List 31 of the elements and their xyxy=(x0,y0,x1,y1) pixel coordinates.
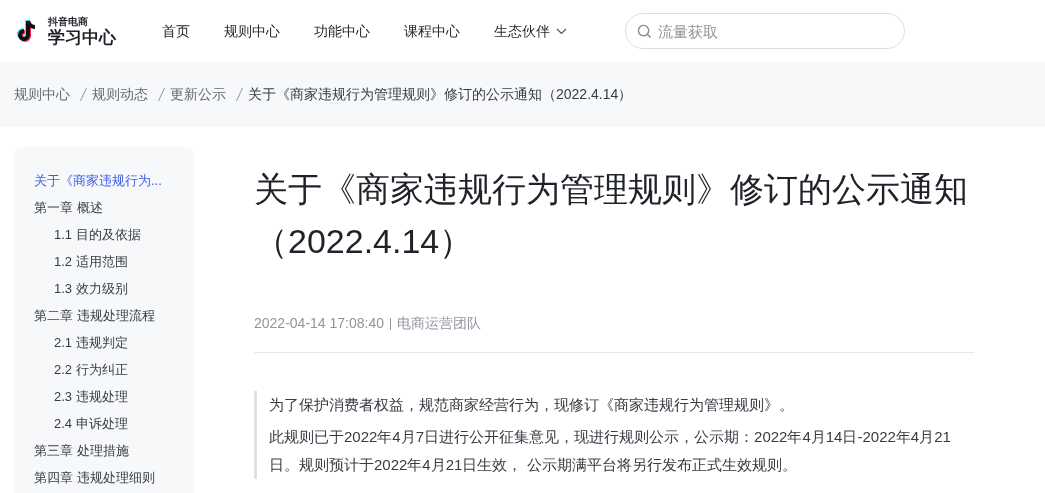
nav-link[interactable]: 生态伙伴 xyxy=(494,20,567,42)
toc-item[interactable]: 1.3 效力级别 xyxy=(54,275,128,302)
author-name: 电商运营团队 xyxy=(397,314,481,333)
article-title: 关于《商家违规行为管理规则》修订的公示通知（2022.4.14） xyxy=(254,169,969,262)
nav-link[interactable]: 课程中心 xyxy=(404,20,460,42)
notice-paragraph: 为了保护消费者权益，规范商家经营行为，现修订《商家违规行为管理规则》。 xyxy=(269,395,795,415)
toc-item[interactable]: 1.1 目的及依据 xyxy=(54,221,141,248)
publish-time: 2022-04-14 17:08:40 xyxy=(254,314,384,333)
toc-item[interactable]: 第三章 处理措施 xyxy=(34,437,129,464)
breadcrumb-link[interactable]: 更新公示 xyxy=(170,84,226,105)
toc-item[interactable]: 第四章 违规处理细则 xyxy=(34,464,155,491)
breadcrumb-current[interactable]: 关于《商家违规行为管理规则》修订的公示通知（2022.4.14） xyxy=(248,84,633,105)
nav-link[interactable]: 功能中心 xyxy=(314,20,370,42)
toc-item[interactable]: 1.2 适用范围 xyxy=(54,248,128,275)
toc-item[interactable]: 第二章 违规处理流程 xyxy=(34,302,155,329)
notice-paragraph: 此规则已于2022年4月7日进行公开征集意见，现进行规则公示，公示期：2022年4月14日-2022年4月21日。规则预计于2022年4月21日生效， 公示期满平台将另行发布正式生效规则。 xyxy=(269,427,952,475)
toc-item[interactable]: 2.4 申诉处理 xyxy=(54,410,128,437)
toc-item[interactable]: 关于《商家违规行为... xyxy=(34,167,162,194)
chevron-down-icon xyxy=(556,27,567,35)
logo-subtitle: 抖音电商 xyxy=(48,16,89,27)
breadcrumb-link[interactable]: 规则中心 xyxy=(14,84,70,105)
nav-link[interactable]: 首页 xyxy=(162,20,190,42)
toc-item[interactable]: 2.3 违规处理 xyxy=(54,383,128,410)
breadcrumb-link[interactable]: 规则动态 xyxy=(92,84,148,105)
logo-title: 学习中心 xyxy=(48,28,116,46)
search-icon xyxy=(637,24,652,39)
nav-link[interactable]: 规则中心 xyxy=(224,20,280,42)
search-field[interactable]: 流量获取 xyxy=(625,13,905,49)
toc-item[interactable]: 2.2 行为纠正 xyxy=(54,356,128,383)
toc-item[interactable]: 第一章 概述 xyxy=(34,194,103,221)
toc-item[interactable]: 2.1 违规判定 xyxy=(54,329,128,356)
